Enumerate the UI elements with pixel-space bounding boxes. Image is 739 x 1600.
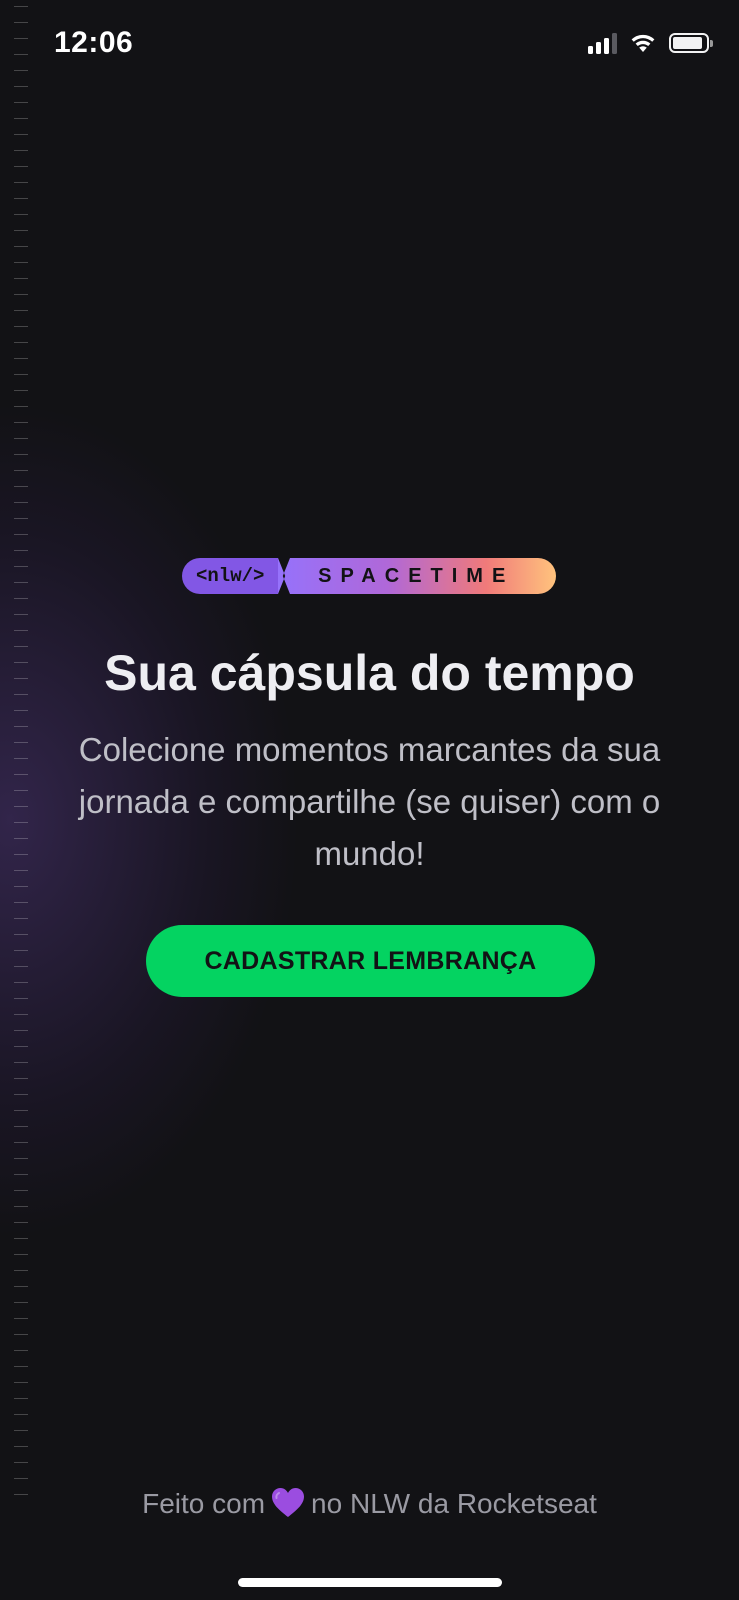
- status-icons: [588, 32, 713, 54]
- home-indicator[interactable]: [238, 1578, 502, 1587]
- side-ruler-stripes: [14, 6, 28, 1506]
- battery-icon: [669, 33, 713, 53]
- signal-icon: [588, 32, 617, 54]
- page-subtitle: Colecione momentos marcantes da sua jorn…: [78, 731, 661, 872]
- battery-level: [673, 37, 702, 49]
- status-bar: 12:06: [0, 0, 739, 90]
- register-memory-button[interactable]: CADASTRAR LEMBRANÇA: [146, 925, 595, 997]
- nlw-spacetime-logo: <nlw/> SPACETIME: [182, 558, 556, 594]
- footer-prefix: Feito com: [142, 1488, 266, 1519]
- logo-spacetime-badge: SPACETIME: [276, 558, 556, 594]
- footer-credit: Feito com no NLW da Rocketseat: [0, 1484, 739, 1524]
- app-screen: 12:06 <nlw/> SPACETIME Sua cápsula do te…: [0, 0, 739, 1600]
- purple-heart-icon: [272, 1488, 305, 1517]
- logo-nlw-badge: <nlw/>: [182, 558, 279, 594]
- status-time: 12:06: [54, 26, 134, 59]
- wifi-icon: [631, 34, 655, 52]
- page-title: Sua cápsula do tempo: [104, 645, 635, 701]
- footer-suffix: no NLW da Rocketseat: [311, 1488, 597, 1519]
